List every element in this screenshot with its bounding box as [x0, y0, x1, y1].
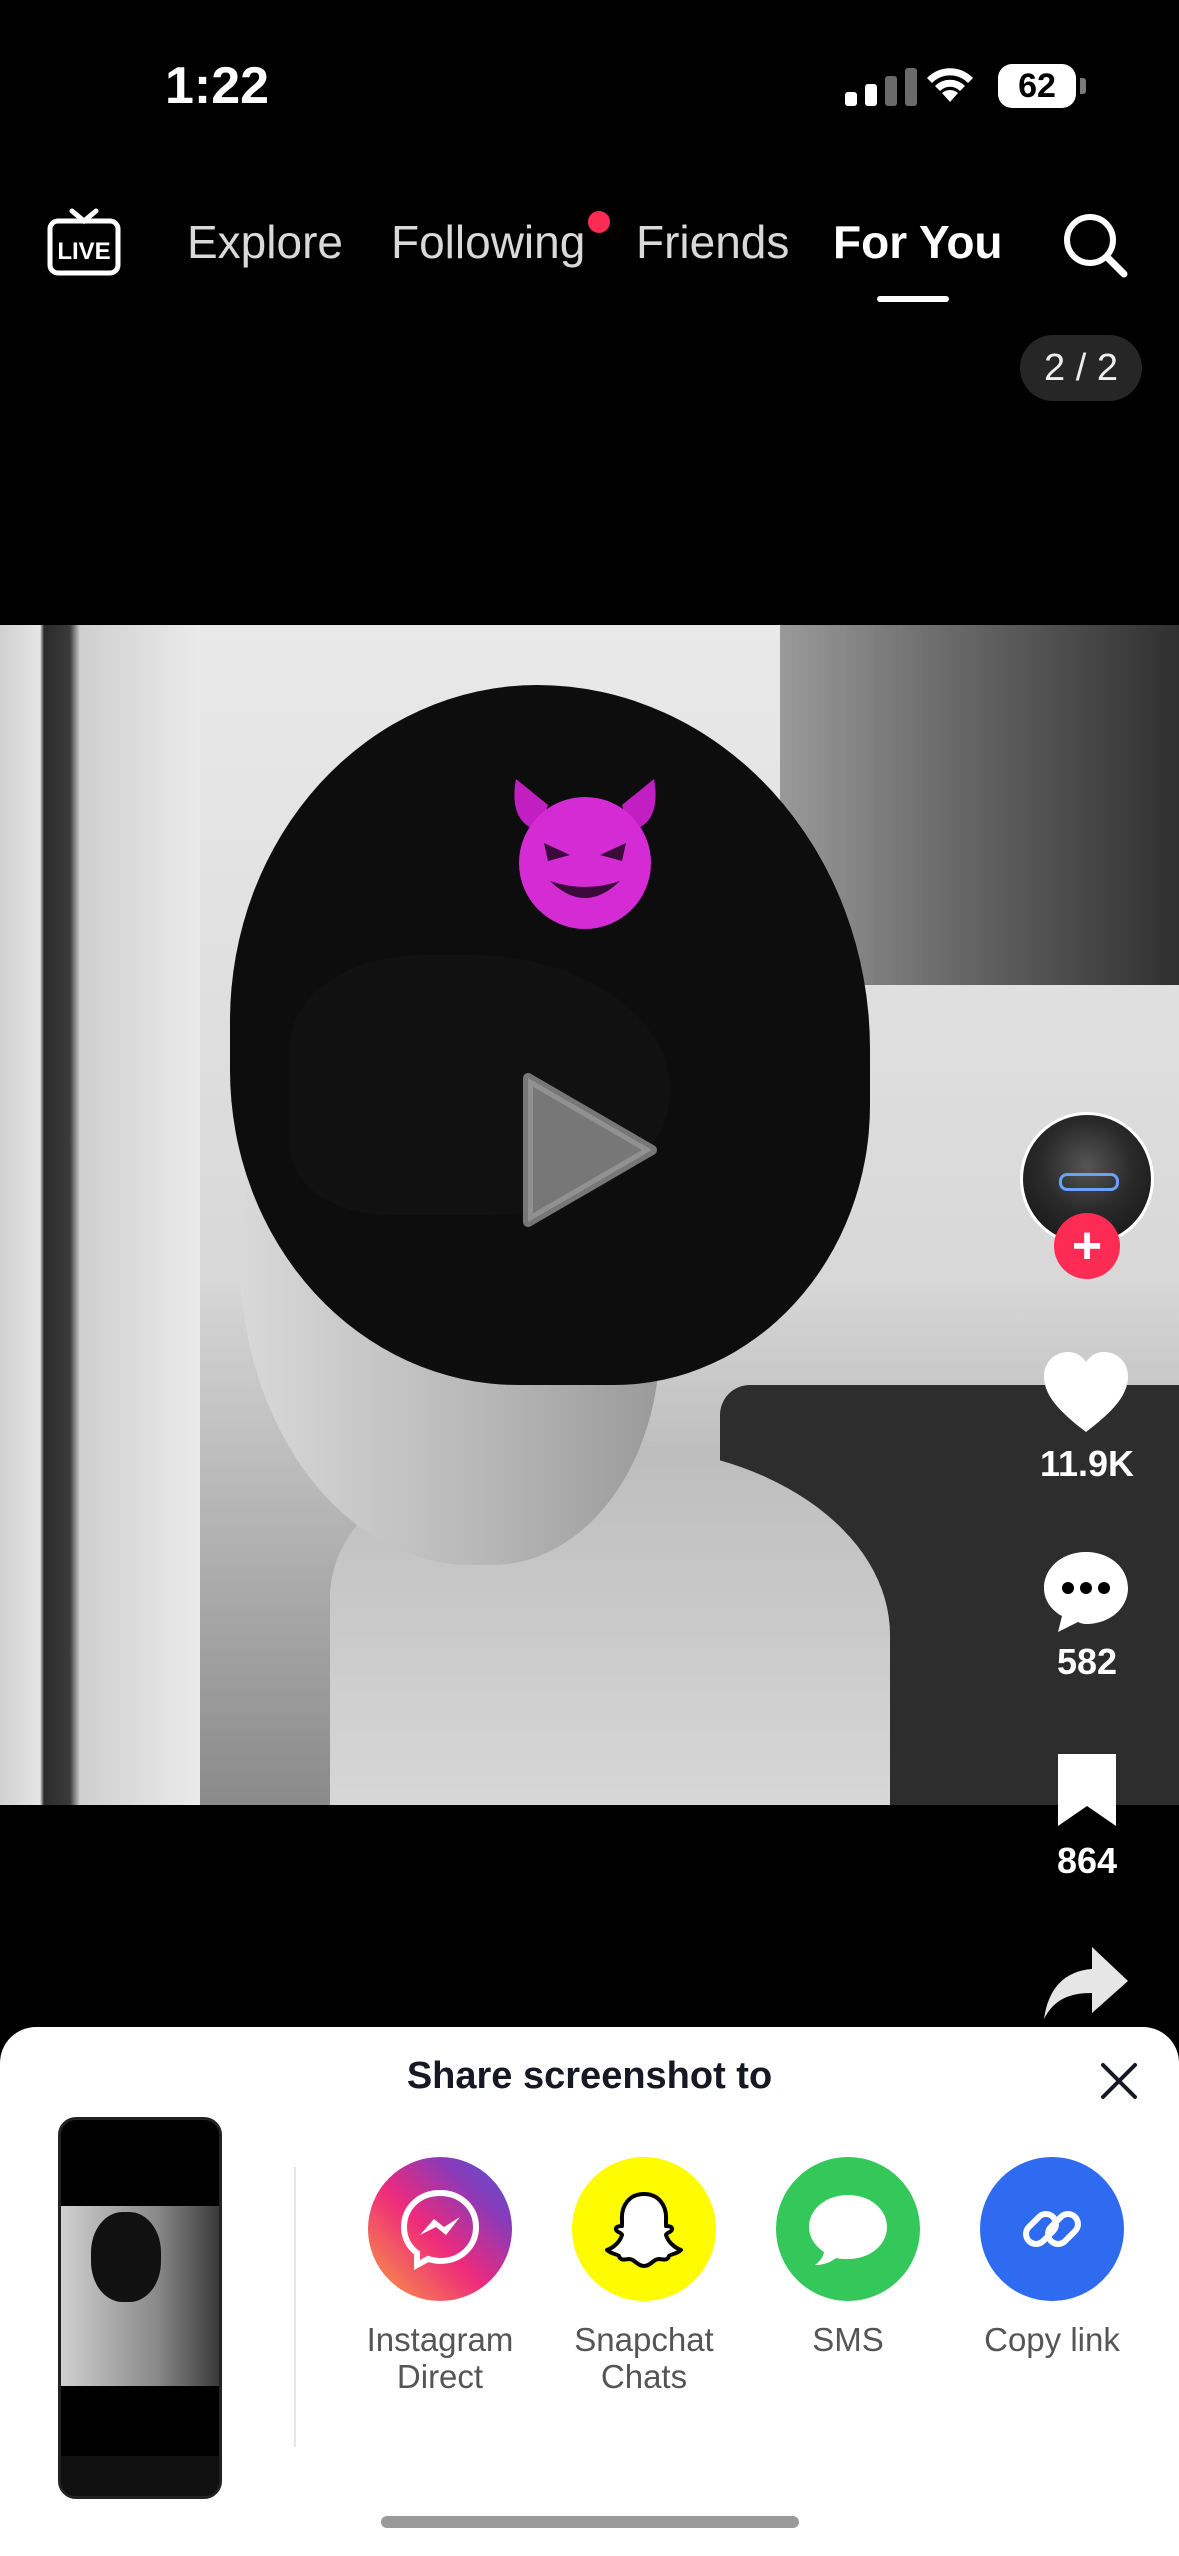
- instagram-messenger-icon: [368, 2157, 512, 2301]
- share-label-snapchat-1: Snapchat: [574, 2321, 714, 2358]
- photo-counter: 2 / 2: [1020, 335, 1142, 401]
- share-sms[interactable]: SMS: [758, 2157, 938, 2358]
- comment-icon[interactable]: [1040, 1548, 1132, 1634]
- search-icon[interactable]: [1060, 210, 1130, 280]
- close-icon[interactable]: [1097, 2059, 1141, 2103]
- tab-for-you[interactable]: For You: [833, 215, 1003, 269]
- link-icon: [980, 2157, 1124, 2301]
- snapchat-ghost-icon: [572, 2157, 716, 2301]
- cellular-signal-icon: [845, 66, 917, 106]
- following-notification-dot: [588, 211, 610, 233]
- play-icon[interactable]: [520, 1070, 660, 1230]
- share-label-instagram-2: Direct: [396, 2358, 484, 2395]
- share-copy-link[interactable]: Copy link: [962, 2157, 1142, 2358]
- wifi-icon: [927, 68, 973, 102]
- share-label-sms: SMS: [812, 2321, 884, 2358]
- screenshot-thumbnail[interactable]: [58, 2117, 222, 2499]
- tab-explore[interactable]: Explore: [187, 215, 343, 269]
- follow-plus-button[interactable]: +: [1054, 1213, 1120, 1279]
- comment-count: 582: [1056, 1641, 1118, 1682]
- smiling-devil-emoji: [514, 779, 656, 929]
- like-count: 11.9K: [1039, 1443, 1135, 1484]
- status-time: 1:22: [165, 57, 270, 115]
- share-instagram-direct[interactable]: Instagram Direct: [350, 2157, 530, 2395]
- tab-friends[interactable]: Friends: [636, 215, 789, 269]
- share-label-instagram-1: Instagram: [366, 2321, 514, 2358]
- save-count: 864: [1056, 1840, 1118, 1881]
- tab-following[interactable]: Following: [391, 215, 585, 269]
- sheet-divider: [294, 2167, 296, 2447]
- battery-cap: [1080, 78, 1086, 94]
- share-arrow-icon[interactable]: [1040, 1943, 1132, 2023]
- share-label-copy-link: Copy link: [984, 2321, 1120, 2358]
- battery-indicator: 62: [998, 64, 1076, 108]
- photo-doorframe: [0, 625, 200, 1805]
- sms-bubble-icon: [776, 2157, 920, 2301]
- heart-icon[interactable]: [1040, 1350, 1132, 1434]
- bookmark-icon[interactable]: [1052, 1750, 1122, 1830]
- status-bar: 1:22 62: [0, 0, 1179, 170]
- share-sheet: Share screenshot to Instagram Direct Snap…: [0, 2027, 1179, 2556]
- active-tab-indicator: [877, 296, 949, 302]
- home-indicator[interactable]: [381, 2516, 799, 2528]
- share-sheet-title: Share screenshot to: [406, 2055, 773, 2097]
- share-snapchat-chats[interactable]: Snapchat Chats: [554, 2157, 734, 2395]
- share-label-snapchat-2: Chats: [600, 2358, 688, 2395]
